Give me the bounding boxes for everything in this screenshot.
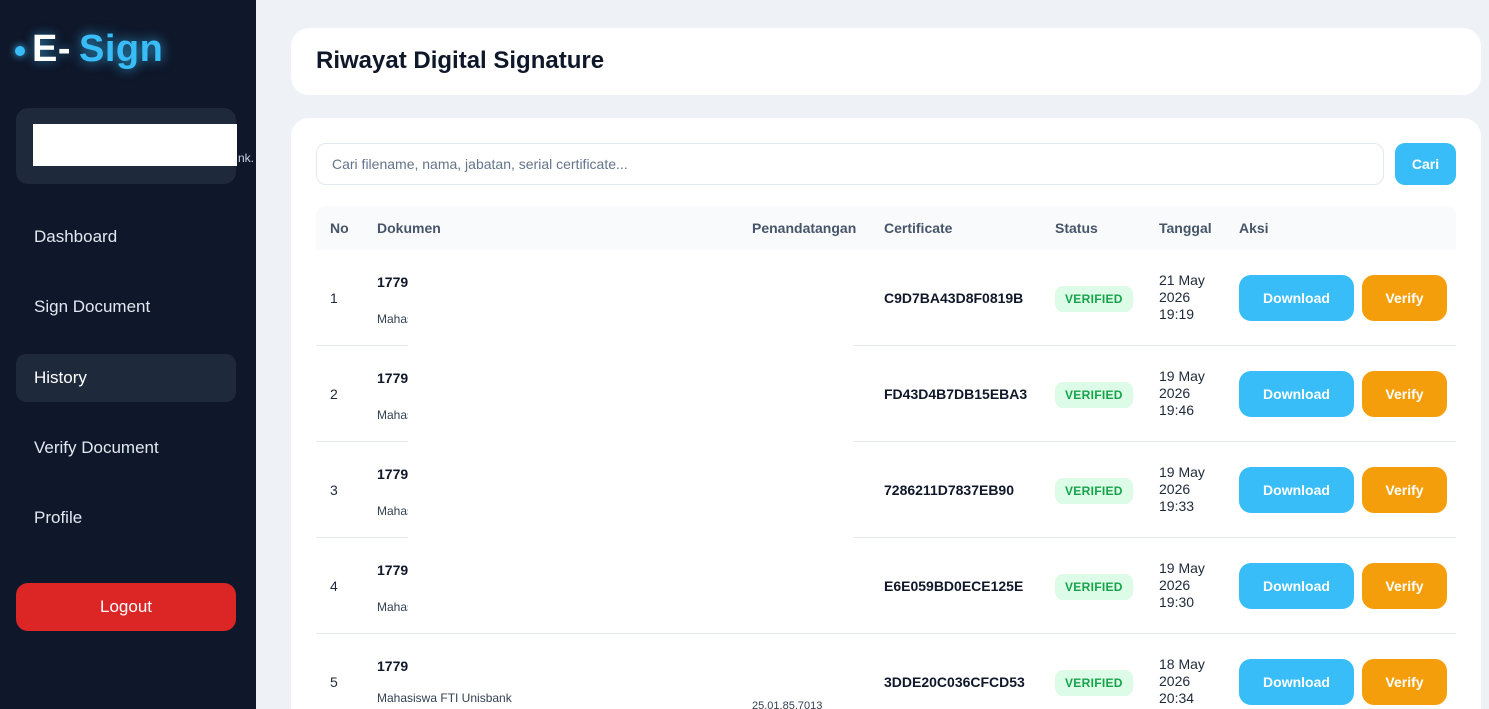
search-button[interactable]: Cari [1395,143,1456,185]
verify-button[interactable]: Verify [1362,467,1447,513]
sidebar-item-profile[interactable]: Profile [16,494,236,542]
document-owner: Mahas [377,600,408,614]
app-logo: E- Sign [15,28,163,71]
status-badge: VERIFIED [1055,574,1133,600]
document-owner: Mahas [377,504,408,518]
signed-date: 21 May 2026 19:19 [1159,272,1205,322]
page-header: Riwayat Digital Signature [291,28,1481,95]
download-button[interactable]: Download [1239,563,1354,609]
certificate-serial: C9D7BA43D8F0819B [884,290,1024,306]
download-button[interactable]: Download [1239,467,1354,513]
document-owner: Mahasiswa FTI Unisbank [377,691,512,705]
status-badge: VERIFIED [1055,286,1133,312]
row-number: 2 [330,386,338,402]
document-filename: 1779 [377,562,408,578]
column-header-aksi: Aksi [1239,220,1269,236]
signed-date: 19 May 2026 19:33 [1159,464,1205,514]
logout-button[interactable]: Logout [16,583,236,631]
document-filename: 1779 [377,274,408,290]
certificate-serial: FD43D4B7DB15EBA3 [884,386,1028,402]
sidebar-item-history[interactable]: History [16,354,236,402]
column-header-penandatangan: Penandatangan [752,220,857,236]
user-card: nk. [16,108,254,184]
sidebar-item-label: History [34,368,87,387]
column-header-status: Status [1055,220,1098,236]
sidebar-item-sign-document[interactable]: Sign Document [16,283,236,331]
logo-dot-icon [15,45,25,56]
sidebar-item-label: Profile [34,508,83,527]
certificate-serial: E6E059BD0ECE125E [884,578,1024,594]
document-owner: Mahas [377,408,408,422]
logo-prefix: E- [32,28,71,70]
certificate-serial: 7286211D7837EB90 [884,482,1015,498]
signed-date: 18 May 2026 20:34 [1159,656,1205,706]
status-badge: VERIFIED [1055,670,1133,696]
table-header: No Dokumen Penandatangan Certificate Sta… [316,206,1456,250]
sidebar-item-label: Sign Document [34,297,151,316]
verify-button[interactable]: Verify [1362,275,1447,321]
history-panel: Cari No Dokumen Penandatangan Certificat… [291,118,1481,709]
certificate-serial: 3DDE20C036CFCD53 [884,674,1025,690]
document-filename: 1779 [377,658,408,674]
column-header-tanggal: Tanggal [1159,220,1212,236]
download-button[interactable]: Download [1239,371,1354,417]
download-button[interactable]: Download [1239,275,1354,321]
row-number: 4 [330,578,338,594]
user-card-trailing-text: nk. [238,151,255,165]
logo-name: Sign [79,28,164,70]
sidebar-item-label: Verify Document [34,438,159,457]
signer-id: 25.01.85.7013 [752,700,823,709]
sidebar-item-dashboard[interactable]: Dashboard [16,213,236,261]
sidebar: E- Sign nk. Dashboard Sign Document Hist… [0,0,256,709]
sidebar-item-verify-document[interactable]: Verify Document [16,424,236,472]
signed-date: 19 May 2026 19:46 [1159,368,1205,418]
verify-button[interactable]: Verify [1362,371,1447,417]
document-filename: 1779 [377,466,408,482]
table-row: 1 1779 Mahas C9D7BA43D8F0819B VERIFIED 2… [316,250,1456,346]
row-number: 5 [330,674,338,690]
document-filename: 1779 [377,370,408,386]
sidebar-item-label: Dashboard [34,227,118,246]
row-number: 1 [330,290,338,306]
column-header-no: No [330,220,349,236]
page-title: Riwayat Digital Signature [316,47,605,74]
row-number: 3 [330,482,338,498]
redacted-region [408,339,854,631]
status-badge: VERIFIED [1055,478,1133,504]
download-button[interactable]: Download [1239,659,1354,705]
verify-button[interactable]: Verify [1362,659,1447,705]
search-input[interactable] [316,143,1384,185]
signed-date: 19 May 2026 19:30 [1159,560,1205,610]
document-owner: Mahas [377,312,408,326]
column-header-dokumen: Dokumen [377,220,441,236]
redacted-user-info [33,124,237,166]
column-header-certificate: Certificate [884,220,953,236]
status-badge: VERIFIED [1055,382,1133,408]
verify-button[interactable]: Verify [1362,563,1447,609]
